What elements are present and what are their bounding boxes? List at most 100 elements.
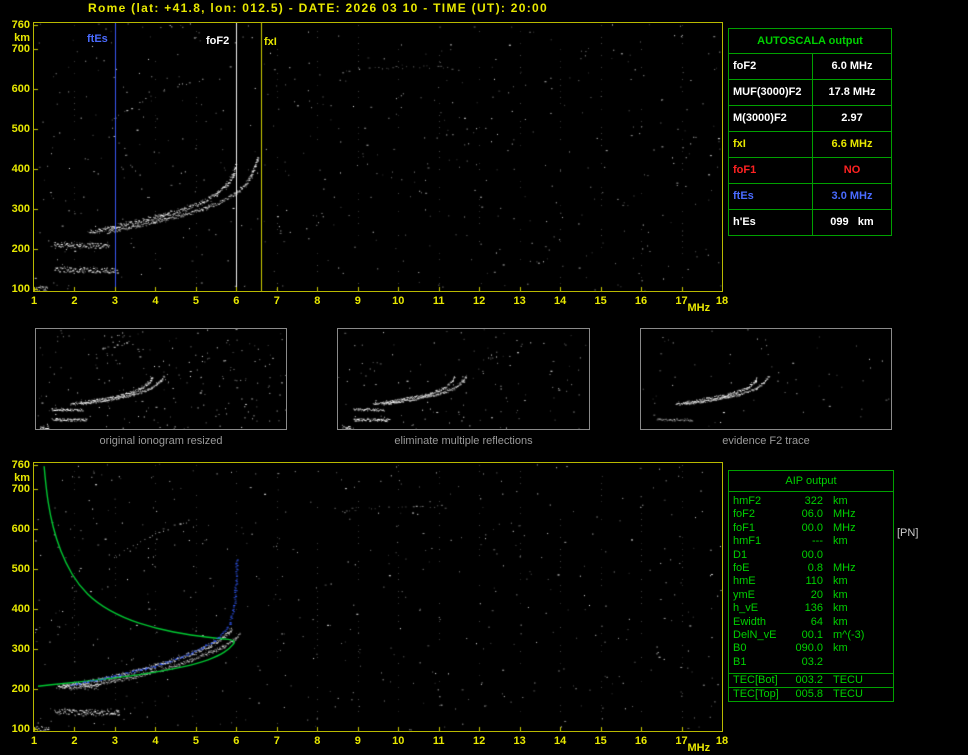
thumbnail-caption: eliminate multiple reflections [394, 435, 533, 447]
aip-row-hmE: hmE 110 km [729, 575, 893, 588]
y-tick-label: 500 [11, 123, 30, 135]
aip-row-unit: km [833, 615, 848, 628]
scaled-ionogram-plot: ftEs foF2 fxI 760 700 600 500 400 300 200 100 km… [12, 19, 728, 314]
thumbnail-eliminate-canvas [337, 328, 590, 430]
y-tick-label: 200 [11, 243, 30, 255]
x-tick-label: 13 [513, 295, 526, 307]
x-tick-label: 4 [152, 295, 159, 307]
autoscala-row-label: h'Es [729, 210, 813, 235]
y-tick-label: 700 [11, 43, 30, 55]
x-tick-label: 5 [192, 295, 199, 307]
aip-tec-label: TEC[Bot] [733, 674, 778, 687]
autoscala-row-label: MUF(3000)F2 [729, 80, 813, 105]
x-tick-label: 16 [634, 735, 648, 747]
y-tick-label: 100 [11, 723, 30, 735]
x-tick-label: 14 [553, 735, 567, 747]
autoscala-row-M3000F2: M(3000)F2 2.97 [729, 106, 891, 132]
aip-row-value: 0.8 [807, 561, 823, 574]
y-axis-unit-label: km [14, 32, 30, 44]
x-tick-label: 18 [715, 295, 729, 307]
y-tick-label: 600 [11, 83, 30, 95]
aip-row-label: h_vE [733, 602, 759, 615]
x-tick-label: 16 [634, 295, 648, 307]
aip-row-label: DelN_vE [733, 628, 777, 641]
aip-row-label: foF1 [733, 521, 756, 534]
aip-row-label: B1 [733, 655, 747, 668]
x-tick-label: 10 [392, 735, 405, 747]
aip-row-foF1: foF1 00.0 MHz [729, 522, 893, 535]
x-tick-label: 7 [273, 735, 280, 747]
aip-row-unit: MHz [833, 508, 856, 521]
thumbnail-caption: original ionogram resized [99, 435, 223, 447]
fof2-marker-label: foF2 [206, 35, 230, 47]
x-tick-label: 5 [192, 735, 199, 747]
x-tick-label: 2 [71, 295, 78, 307]
x-tick-label: 8 [314, 735, 321, 747]
aip-row-unit: MHz [833, 521, 856, 534]
x-tick-label: 9 [354, 735, 361, 747]
autoscala-row-foF2: foF2 6.0 MHz [729, 54, 891, 80]
autoscala-row-value: 099 km [830, 216, 874, 228]
autoscala-row-value: NO [843, 164, 861, 176]
y-tick-label: 700 [11, 483, 30, 495]
x-tick-label: 13 [513, 735, 526, 747]
autoscala-row-value: 3.0 MHz [831, 190, 873, 202]
aip-row-B1: B1 03.2 [729, 656, 893, 669]
aip-row-ymE: ymE 20 km [729, 589, 893, 602]
aip-row-unit: km [833, 642, 848, 655]
aip-row-value: 00.0 [801, 521, 823, 534]
aip-tec-value: 003.2 [795, 674, 823, 687]
thumbnail-original-canvas [35, 328, 287, 430]
page-title: Rome (lat: +41.8, lon: 012.5) - DATE: 20… [88, 1, 548, 15]
x-tick-label: 6 [233, 295, 240, 307]
x-tick-label: 9 [354, 295, 361, 307]
aip-row-hmF1: hmF1 --- km [729, 535, 893, 548]
autoscala-window: Rome (lat: +41.8, lon: 012.5) - DATE: 20… [0, 0, 968, 755]
aip-table: hmF2 322 km foF2 06.0 MHz foF1 00.0 MHz hmF1 --- km… [729, 492, 893, 673]
aip-row-label: D1 [733, 548, 748, 561]
y-tick-label: 100 [11, 283, 30, 295]
profile-ionogram-plot: 760 700 600 500 400 300 200 100 km 1 2 3 4 5 6 7 8 9 10 11 1… [12, 459, 728, 754]
aip-tec-unit: TECU [833, 674, 863, 687]
pn-note: [PN] [897, 527, 919, 539]
aip-row-unit: km [833, 495, 848, 507]
y-tick-label: 400 [11, 163, 30, 175]
x-tick-label: 15 [594, 295, 607, 307]
y-tick-label: 600 [11, 523, 30, 535]
autoscala-row-MUF3000F2: MUF(3000)F2 17.8 MHz [729, 80, 891, 106]
aip-row-h_vE: h_vE 136 km [729, 602, 893, 615]
aip-row-label: hmF1 [733, 535, 762, 548]
aip-tec-label: TEC[Top] [733, 688, 779, 701]
aip-row-B0: B0 090.0 km [729, 642, 893, 655]
autoscala-header: AUTOSCALA output [729, 29, 891, 54]
x-tick-label: 3 [111, 735, 118, 747]
aip-row-value: 00.1 [801, 628, 823, 641]
aip-tec-row-TECTop: TEC[Top] 005.8 TECU [729, 687, 893, 701]
y-tick-label: 760 [11, 459, 30, 471]
aip-row-Ewidth: Ewidth 64 km [729, 616, 893, 629]
x-axis-unit-label: MHz [687, 742, 711, 754]
x-tick-label: 8 [314, 295, 321, 307]
aip-row-unit: km [833, 588, 848, 601]
aip-row-label: ymE [733, 588, 755, 601]
aip-row-value: 322 [804, 495, 823, 507]
y-tick-label: 500 [11, 563, 30, 575]
x-tick-label: 12 [473, 735, 486, 747]
aip-row-unit: km [833, 575, 848, 588]
thumbnail-f2-canvas [640, 328, 892, 430]
thumbnail-caption: evidence F2 trace [722, 435, 810, 447]
aip-row-unit: km [833, 602, 848, 615]
aip-row-foE: foE 0.8 MHz [729, 562, 893, 575]
fxi-marker-label: fxI [264, 36, 277, 48]
x-tick-label: 14 [553, 295, 567, 307]
aip-row-label: hmE [733, 575, 756, 588]
autoscala-row-fxI: fxI 6.6 MHz [729, 132, 891, 158]
y-tick-label: 300 [11, 643, 30, 655]
aip-row-value: 110 [805, 575, 823, 588]
profile-ionogram-canvas [34, 463, 722, 731]
x-tick-label: 2 [71, 735, 78, 747]
autoscala-row-label: foF1 [729, 158, 813, 183]
x-tick-label: 6 [233, 735, 240, 747]
aip-row-DelN_vE: DelN_vE 00.1 m^(-3) [729, 629, 893, 642]
autoscala-row-label: M(3000)F2 [729, 106, 813, 131]
